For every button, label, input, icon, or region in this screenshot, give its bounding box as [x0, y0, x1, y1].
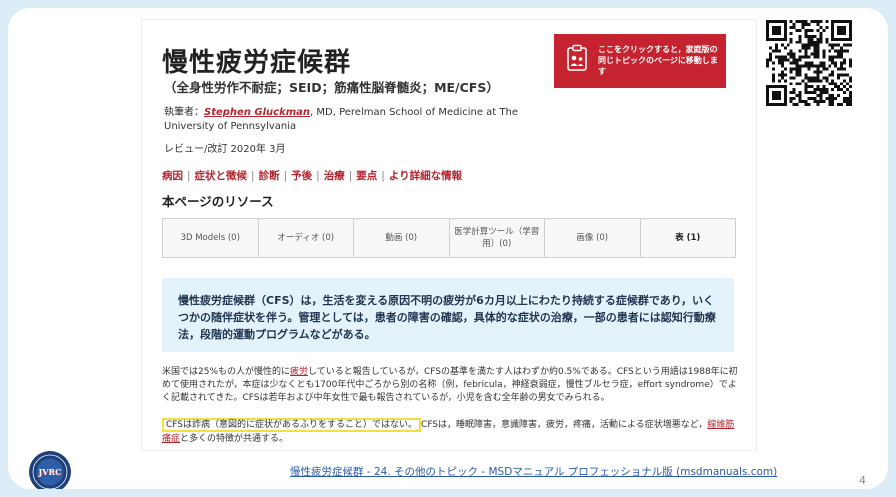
nav-link-prognosis[interactable]: 予後: [291, 170, 312, 182]
nav-separator: |: [316, 170, 320, 182]
nav-link-diagnosis[interactable]: 診断: [259, 170, 280, 182]
tab-audio[interactable]: オーディオ (0): [259, 219, 354, 257]
page-number: 4: [859, 474, 866, 487]
banner-text: ここをクリックすると，家庭版の同じトピックのページに移動します: [598, 45, 718, 76]
summary-text: 慢性疲労症候群（CFS）は，生活を変える原因不明の疲労が6カ月以上にわたり持続す…: [178, 294, 716, 341]
nav-separator: |: [251, 170, 255, 182]
body1-text-before: 米国では25%もの人が慢性的に: [162, 367, 291, 377]
page-title: 慢性疲労症候群: [162, 48, 352, 78]
home-version-banner[interactable]: ここをクリックすると，家庭版の同じトピックのページに移動します: [554, 34, 726, 88]
tab-video[interactable]: 動画 (0): [354, 219, 450, 257]
slide: 慢性疲労症候群 （全身性労作不耐症；SEID；筋痛性脳脊髄炎；ME/CFS） 執…: [8, 8, 888, 489]
summary-box: 慢性疲労症候群（CFS）は，生活を変える原因不明の疲労が6カ月以上にわたり持続す…: [162, 278, 734, 352]
highlighted-statement: CFSは詐病（意図的に症状があるふりをすること）ではない。: [162, 418, 422, 432]
nav-link-symptoms[interactable]: 症状と徴候: [195, 170, 248, 182]
qr-code-image: [766, 20, 852, 106]
tab-calculators[interactable]: 医学計算ツール（学習用）(0): [450, 219, 545, 257]
logo-text: JVRC: [37, 467, 61, 477]
clipboard-family-icon: [567, 44, 587, 71]
body2-text-after: と多くの特徴が共通する。: [180, 434, 289, 444]
source-link[interactable]: 慢性疲労症候群 - 24. その他のトピック - MSDマニュアル プロフェッシ…: [290, 464, 777, 479]
author-line: 執筆者：Stephen Gluckman, MD, Perelman Schoo…: [164, 106, 544, 134]
review-date: レビュー/改訂 2020年 3月: [164, 144, 286, 155]
body2-text-before: CFSは，睡眠障害，意識障害，疲労，疼痛，活動による症状増悪など，: [421, 420, 708, 430]
nav-link-treatment[interactable]: 治療: [324, 170, 345, 182]
resource-tabs: 3D Models (0) オーディオ (0) 動画 (0) 医学計算ツール（学…: [162, 218, 736, 258]
author-link[interactable]: Stephen Gluckman: [204, 107, 310, 118]
resources-heading: 本ページのリソース: [162, 194, 274, 209]
nav-link-key-points[interactable]: 要点: [356, 170, 377, 182]
nav-link-etiology[interactable]: 病因: [162, 170, 183, 182]
nav-separator: |: [348, 170, 353, 182]
nav-link-more-info[interactable]: より詳細な情報: [389, 170, 462, 182]
nav-separator: |: [283, 170, 288, 182]
page-subtitle: （全身性労作不耐症；SEID；筋痛性脳脊髄炎；ME/CFS）: [164, 80, 499, 95]
nav-separator: |: [381, 170, 385, 182]
tab-tables[interactable]: 表 (1): [641, 219, 736, 257]
nav-separator: |: [187, 170, 191, 182]
body-paragraph-2: CFSは詐病（意図的に症状があるふりをすること）ではない。 CFSは，睡眠障害，意…: [162, 418, 742, 446]
jvrc-logo: JVRC: [29, 451, 71, 489]
author-prefix: 執筆者：: [164, 107, 204, 118]
section-nav: 病因 | 症状と徴候 | 診断 | 予後 | 治療 | 要点 | より詳細な情報: [162, 168, 462, 183]
tab-images[interactable]: 画像 (0): [545, 219, 641, 257]
tab-3d-models[interactable]: 3D Models (0): [163, 219, 259, 257]
fatigue-link[interactable]: 疲労: [290, 367, 308, 377]
body-paragraph-1: 米国では25%もの人が慢性的に疲労していると報告しているが，CFSの基準を満たす…: [162, 366, 742, 405]
